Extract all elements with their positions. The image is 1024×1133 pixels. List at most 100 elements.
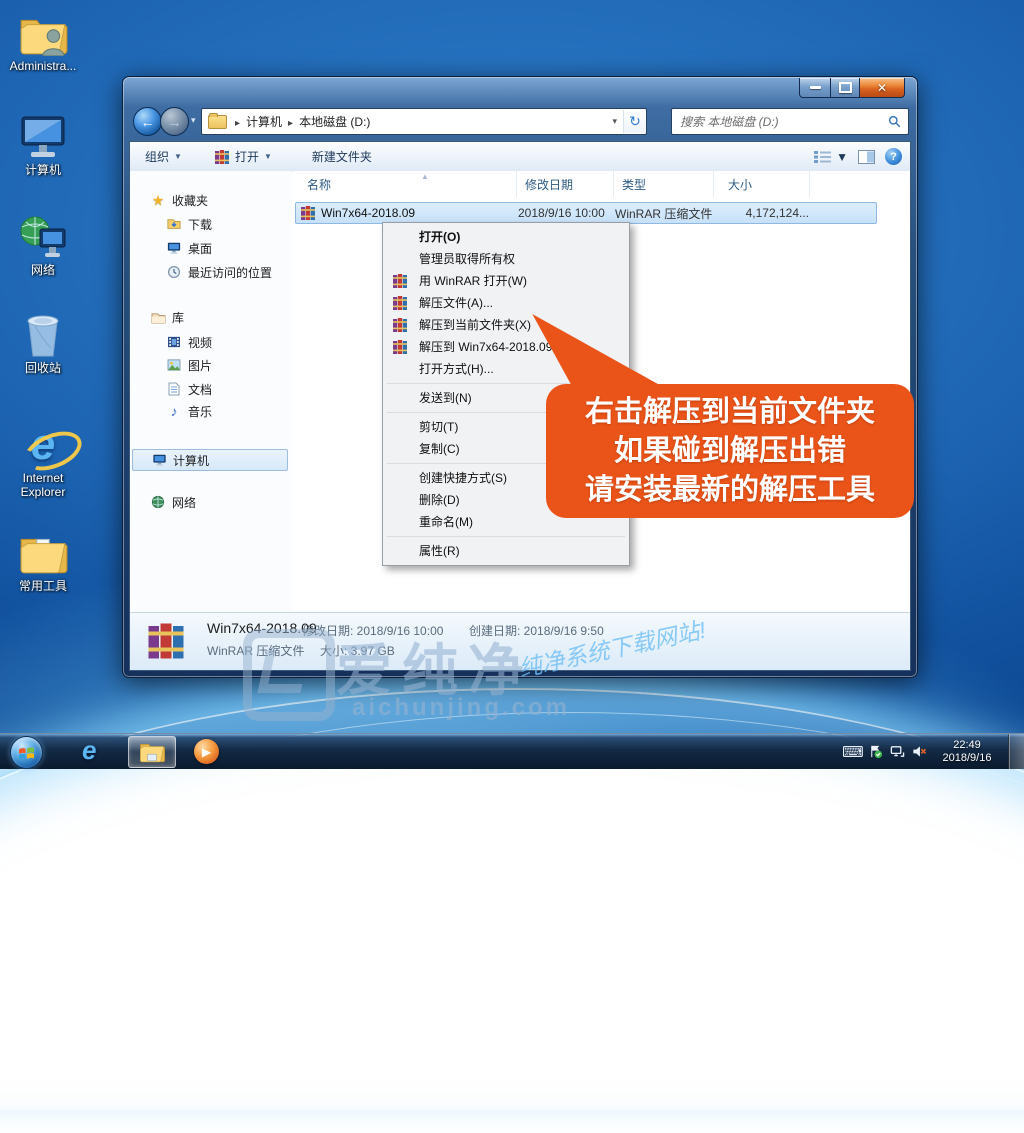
folder-icon [0,526,86,576]
sidebar-item-music[interactable]: ♪ 音乐 [166,401,212,421]
navigation-pane: ★ 收藏夹 下载 桌面 最近访问的位置 库 视频 [130,171,292,613]
details-modified: 修改日期: 2018/9/16 10:00 [302,622,443,639]
desktop-icon-label: Administra... [0,59,86,73]
close-icon: ✕ [877,81,887,95]
tutorial-callout: 右击解压到当前文件夹 如果碰到解压出错 请安装最新的解压工具 [546,384,914,518]
details-type: WinRAR 压缩文件 [207,642,304,659]
sidebar-item-network[interactable]: 网络 [150,492,196,512]
clock-date: 2018/9/16 [930,752,1004,765]
winrar-icon-large [146,621,186,664]
sidebar-item-computer[interactable]: 计算机 [132,449,288,471]
action-center-icon[interactable] [864,744,886,759]
sidebar-item-label: 音乐 [188,403,212,420]
star-icon: ★ [150,192,166,208]
new-folder-button[interactable]: 新建文件夹 [303,145,381,169]
desktop-icon-label: 回收站 [0,361,86,375]
show-desktop-button[interactable] [1008,734,1024,769]
start-button[interactable] [10,736,43,769]
menu-item-extract-here[interactable]: 解压到当前文件夹(X) [383,314,629,336]
documents-icon [166,381,182,397]
address-bar[interactable]: 计算机 本地磁盘 (D:) ▾ ↻ [201,108,647,135]
sidebar-item-favorites[interactable]: ★ 收藏夹 [150,190,208,210]
forward-arrow-icon: → [168,114,182,130]
details-pane: Win7x64-2018.09 修改日期: 2018/9/16 10:00 创建… [130,612,910,670]
column-header-size[interactable]: 大小 [714,171,810,197]
forward-button[interactable]: → [160,107,189,136]
search-placeholder: 搜索 本地磁盘 (D:) [672,113,881,130]
taskbar-media-player[interactable]: ▶ [194,739,219,764]
callout-line: 右击解压到当前文件夹 [546,393,914,432]
system-tray: ⌨ 22:49 2018/9/16 [842,734,1024,769]
views-icon [813,150,832,164]
desktop-icon-common-tools[interactable]: 常用工具 [0,526,86,593]
chevron-down-icon: ▼ [264,152,272,161]
videos-icon [166,334,182,350]
sidebar-item-label: 计算机 [173,452,209,469]
computer-icon [0,110,86,160]
sidebar-item-desktop[interactable]: 桌面 [166,238,212,258]
desktop-icon-computer[interactable]: 计算机 [0,110,86,177]
menu-item-take-ownership[interactable]: 管理员取得所有权 [383,248,629,270]
sidebar-item-label: 桌面 [188,240,212,257]
menu-item-extract-files[interactable]: 解压文件(A)... [383,292,629,314]
recent-places-icon [166,264,182,280]
network-status-icon[interactable] [886,744,908,759]
column-headers: 名称 修改日期 类型 大小 [293,171,810,197]
search-box[interactable]: 搜索 本地磁盘 (D:) [671,108,909,135]
wallpaper-wave-2 [0,712,1024,1133]
sidebar-item-documents[interactable]: 文档 [166,379,212,399]
file-row-selected[interactable]: Win7x64-2018.09 2018/9/16 10:00 WinRAR 压… [295,202,877,224]
winrar-icon [214,149,230,165]
desktop-icon-label: 常用工具 [0,579,86,593]
menu-item-properties[interactable]: 属性(R) [383,540,629,562]
menu-item-open-with-winrar[interactable]: 用 WinRAR 打开(W) [383,270,629,292]
taskbar-clock[interactable]: 22:49 2018/9/16 [930,739,1004,765]
sidebar-item-libraries[interactable]: 库 [150,307,184,327]
taskbar-internet-explorer[interactable]: e [82,735,96,766]
desktop-icon-label: Internet Explorer [0,471,86,499]
clock-time: 22:49 [930,739,1004,752]
file-date: 2018/9/16 10:00 [518,206,615,220]
sidebar-item-recent-places[interactable]: 最近访问的位置 [166,262,272,282]
menu-item-open[interactable]: 打开(O) [383,226,629,248]
back-arrow-icon: ← [141,114,155,130]
change-view-button[interactable]: ▼ [813,150,848,164]
folder-icon [138,741,166,763]
column-header-type[interactable]: 类型 [614,171,714,197]
keyboard-language-icon[interactable]: ⌨ [842,743,864,761]
computer-mini-icon [151,452,167,468]
minimize-button[interactable] [799,78,831,98]
column-header-name[interactable]: 名称 [293,171,517,197]
close-button[interactable]: ✕ [860,78,905,98]
help-button[interactable]: ? [885,148,902,165]
desktop-icon-recycle-bin[interactable]: 回收站 [0,308,86,375]
taskbar-explorer-active[interactable] [128,736,176,768]
sidebar-item-pictures[interactable]: 图片 [166,355,212,375]
refresh-button[interactable]: ↻ [623,110,646,133]
file-size: 4,172,124... [715,206,809,220]
search-icon[interactable] [881,115,908,128]
back-button[interactable]: ← [133,107,162,136]
play-icon: ▶ [202,745,211,759]
maximize-button[interactable] [831,78,860,98]
chevron-down-icon: ▼ [174,152,182,161]
breadcrumb-computer[interactable]: 计算机 [244,113,284,130]
menu-separator [387,536,625,537]
organize-button[interactable]: 组织 ▼ [136,145,191,169]
recycle-bin-icon [0,308,86,358]
preview-pane-button[interactable] [858,150,875,164]
open-button[interactable]: 打开 ▼ [205,145,281,169]
recent-pages-dropdown[interactable]: ▾ [191,115,196,126]
address-dropdown-icon[interactable]: ▾ [606,116,623,127]
sidebar-item-downloads[interactable]: 下载 [166,214,212,234]
sidebar-item-videos[interactable]: 视频 [166,332,212,352]
desktop-icon-administrator[interactable]: Administra... [0,6,86,73]
volume-muted-icon[interactable] [908,744,930,759]
breadcrumb-local-disk-d[interactable]: 本地磁盘 (D:) [297,113,372,130]
sidebar-item-label: 图片 [188,357,212,374]
organize-label: 组织 [145,148,169,165]
sidebar-item-label: 网络 [172,494,196,511]
desktop-icon-network[interactable]: 网络 [0,210,86,277]
column-header-date[interactable]: 修改日期 [517,171,614,197]
desktop-icon-internet-explorer[interactable]: e Internet Explorer [0,418,86,499]
